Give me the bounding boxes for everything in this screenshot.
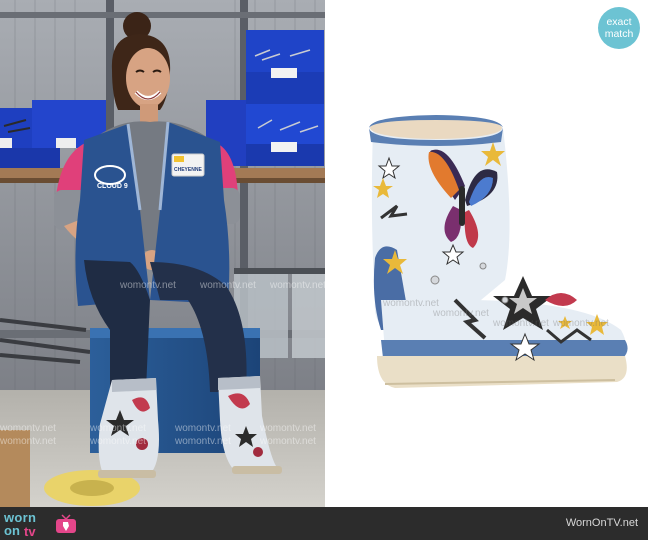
- svg-text:CLOUD 9: CLOUD 9: [97, 183, 128, 190]
- logo-word-on: on: [4, 523, 20, 538]
- name-tag: CHEYENNE: [171, 153, 205, 177]
- scene-illustration: CLOUD 9 CHEYENNE: [0, 0, 325, 507]
- badge-line-2: match: [604, 28, 634, 40]
- exact-match-badge: exact match: [598, 7, 640, 49]
- boot-illustration: [369, 115, 628, 388]
- tv-scene-photo: CLOUD 9 CHEYENNE womontv.net womontv.net…: [0, 0, 325, 507]
- tv-icon: [56, 514, 76, 533]
- wornontv-logo[interactable]: worn on tv: [4, 510, 84, 539]
- footer-bar: worn on tv WornOnTV.net: [0, 507, 648, 540]
- badge-line-1: exact: [606, 16, 632, 28]
- logo-word-tv: tv: [24, 524, 36, 539]
- product-photo: womontv.net womontv.net womontv.net womo…: [325, 0, 648, 507]
- outfit-comparison-image: CLOUD 9 CHEYENNE womontv.net womontv.net…: [0, 0, 648, 540]
- site-url[interactable]: WornOnTV.net: [566, 517, 638, 529]
- svg-text:CHEYENNE: CHEYENNE: [174, 167, 202, 173]
